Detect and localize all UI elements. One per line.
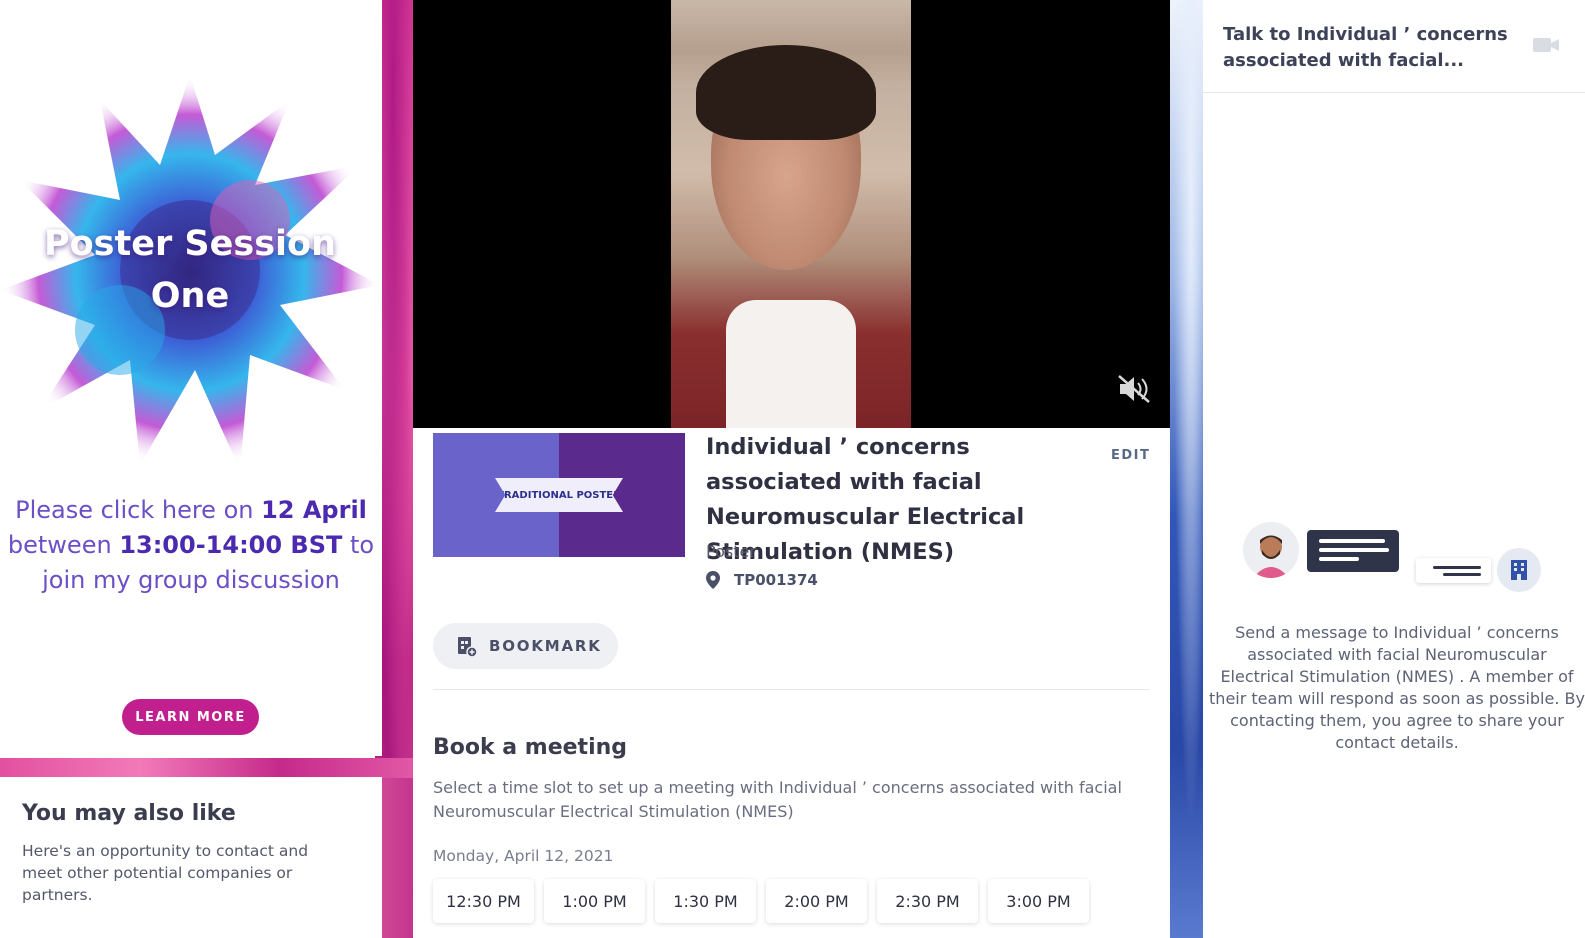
video-camera-icon[interactable] bbox=[1533, 36, 1559, 54]
video-person-hair bbox=[696, 45, 876, 140]
time-slot-button[interactable]: 1:00 PM bbox=[544, 879, 645, 923]
thumbnail-ribbon: TRADITIONAL POSTER bbox=[495, 478, 623, 512]
chat-header: Talk to Individual ’ concerns associated… bbox=[1203, 0, 1585, 93]
also-like-title: You may also like bbox=[22, 801, 236, 826]
chat-panel: Talk to Individual ’ concerns associated… bbox=[1203, 0, 1585, 938]
chat-title: Talk to Individual ’ concerns associated… bbox=[1223, 24, 1508, 71]
time-slot-button[interactable]: 2:30 PM bbox=[877, 879, 978, 923]
also-like-description: Here's an opportunity to contact and mee… bbox=[22, 842, 309, 904]
item-type: Poster bbox=[706, 542, 756, 561]
reply-bubble-illustration bbox=[1416, 558, 1491, 583]
bookmark-label: BOOKMARK bbox=[489, 637, 602, 655]
message-bubble-illustration bbox=[1307, 530, 1399, 572]
speaker-muted-icon[interactable] bbox=[1116, 373, 1152, 405]
building-icon bbox=[1497, 548, 1541, 592]
video-person-shirt bbox=[726, 300, 856, 428]
chat-description: Send a message to Individual ’ concerns … bbox=[1209, 623, 1585, 752]
learn-more-button[interactable]: LEARN MORE bbox=[122, 699, 259, 735]
promo-title: Poster Session One bbox=[43, 224, 336, 316]
video-player[interactable] bbox=[413, 0, 1170, 428]
background-splash-strip bbox=[0, 758, 420, 778]
item-title: Individual ’ concerns associated with fa… bbox=[706, 434, 1025, 565]
book-meeting-description: Select a time slot to set up a meeting w… bbox=[433, 778, 1122, 821]
time-slot-button[interactable]: 1:30 PM bbox=[655, 879, 756, 923]
time-slot-button[interactable]: 12:30 PM bbox=[433, 879, 534, 923]
meeting-date: Monday, April 12, 2021 bbox=[433, 847, 614, 865]
video-frame bbox=[671, 0, 911, 428]
time-slot-list: 12:30 PM 1:00 PM 1:30 PM 2:00 PM 2:30 PM… bbox=[433, 879, 1089, 923]
location-code: TP001374 bbox=[734, 571, 818, 589]
main-panel: TRADITIONAL POSTER Individual ’ concerns… bbox=[413, 0, 1170, 938]
promo-text: Please click here on 12 April between 13… bbox=[7, 496, 375, 594]
promo-banner[interactable]: Poster Session One Please click here on … bbox=[0, 0, 382, 756]
book-meeting-title: Book a meeting bbox=[433, 735, 628, 760]
poster-thumbnail: TRADITIONAL POSTER bbox=[433, 433, 685, 557]
avatar-illustration bbox=[1243, 522, 1299, 578]
item-location: TP001374 bbox=[706, 571, 818, 589]
map-pin-icon bbox=[706, 571, 720, 589]
time-slot-button[interactable]: 3:00 PM bbox=[988, 879, 1089, 923]
edit-button[interactable]: EDIT bbox=[1111, 448, 1150, 463]
bookmark-button[interactable]: BOOKMARK bbox=[433, 623, 618, 669]
section-divider bbox=[433, 689, 1150, 690]
also-like-card: You may also like Here's an opportunity … bbox=[0, 777, 382, 938]
calendar-bookmark-icon bbox=[458, 637, 478, 658]
time-slot-button[interactable]: 2:00 PM bbox=[766, 879, 867, 923]
